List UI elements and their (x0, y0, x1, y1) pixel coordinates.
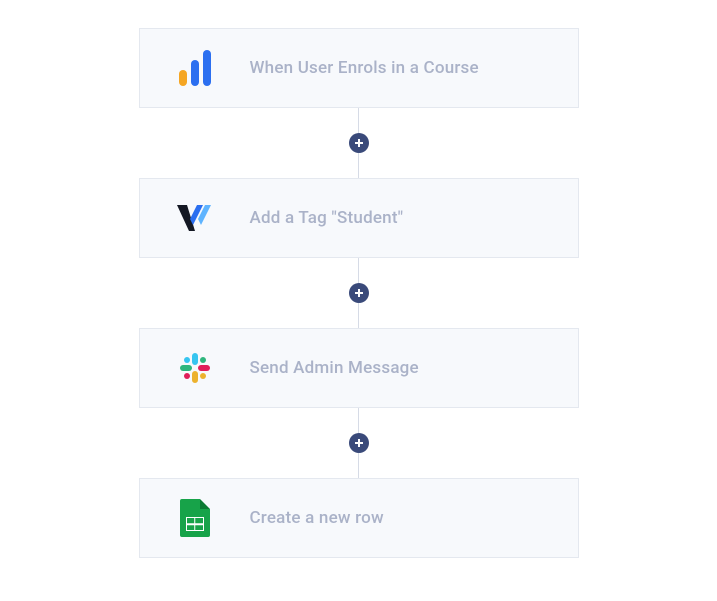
connector (349, 408, 369, 478)
v-slash-icon (170, 193, 220, 243)
connector (349, 108, 369, 178)
workflow-step-action[interactable]: Add a Tag "Student" (139, 178, 579, 258)
add-step-button[interactable] (349, 133, 369, 153)
workflow-step-action[interactable]: Send Admin Message (139, 328, 579, 408)
bars-icon (170, 43, 220, 93)
workflow-step-action[interactable]: Create a new row (139, 478, 579, 558)
add-step-button[interactable] (349, 433, 369, 453)
step-label: Add a Tag "Student" (250, 208, 404, 228)
workflow-step-trigger[interactable]: When User Enrols in a Course (139, 28, 579, 108)
step-label: Send Admin Message (250, 358, 419, 378)
connector (349, 258, 369, 328)
google-sheets-icon (170, 493, 220, 543)
step-label: When User Enrols in a Course (250, 58, 479, 78)
add-step-button[interactable] (349, 283, 369, 303)
step-label: Create a new row (250, 508, 384, 528)
slack-icon (170, 343, 220, 393)
